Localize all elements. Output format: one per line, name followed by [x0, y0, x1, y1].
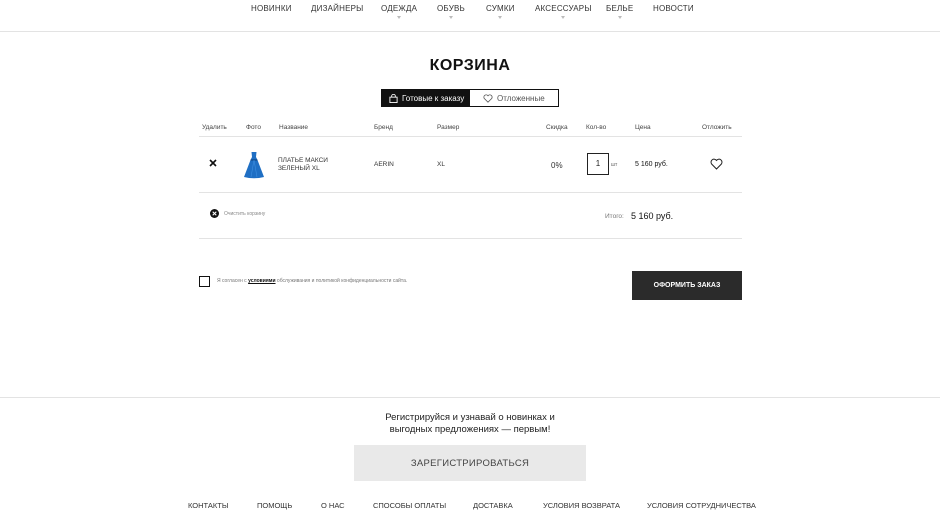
top-navigation: НОВИНКИ ДИЗАЙНЕРЫ ОДЕЖДА ОБУВЬ СУМКИ АКС… [0, 0, 940, 32]
nav-item-designers[interactable]: ДИЗАЙНЕРЫ [311, 4, 363, 13]
col-price: Цена [635, 124, 651, 131]
nav-item-accessories[interactable]: АКСЕССУАРЫ [535, 4, 592, 19]
nav-item-label: НОВОСТИ [653, 4, 694, 13]
heart-icon[interactable] [710, 158, 723, 170]
nav-item-label: ОБУВЬ [437, 4, 465, 13]
chevron-down-icon [448, 16, 453, 19]
footer-link-about[interactable]: О НАС [321, 501, 345, 510]
footer-link-returns[interactable]: УСЛОВИЯ ВОЗВРАТА [543, 501, 620, 510]
col-size: Размер [437, 124, 460, 131]
nav-item-label: НОВИНКИ [251, 4, 292, 13]
nav-item-label: БЕЛЬЕ [606, 4, 634, 13]
col-brand: Бренд [374, 124, 393, 131]
clear-cart-link[interactable]: Очистить корзину [224, 211, 265, 217]
col-photo: Фото [246, 124, 261, 131]
product-name[interactable]: ПЛАТЬЕ МАКСИ ЗЕЛЕНЫЙ XL [278, 157, 348, 173]
nav-item-lingerie[interactable]: БЕЛЬЕ [606, 4, 634, 19]
cart-tabs: Готовые к заказу Отложенные [381, 89, 559, 107]
terms-link[interactable]: условиями [248, 278, 275, 284]
footer-link-contacts[interactable]: КОНТАКТЫ [188, 501, 228, 510]
col-discount: Скидка [546, 124, 568, 131]
nav-item-shoes[interactable]: ОБУВЬ [437, 4, 465, 19]
nav-item-clothing[interactable]: ОДЕЖДА [381, 4, 418, 19]
dress-icon [244, 152, 264, 179]
register-button[interactable]: ЗАРЕГИСТРИРОВАТЬСЯ [354, 445, 586, 481]
nav-item-label: АКСЕССУАРЫ [535, 4, 592, 13]
tab-label: Отложенные [497, 93, 545, 103]
chevron-down-icon [617, 16, 622, 19]
chevron-down-icon [561, 16, 566, 19]
agree-prefix: Я согласен с [217, 278, 247, 284]
total-value: 5 160 руб. [631, 211, 674, 221]
nav-item-label: СУМКИ [486, 4, 515, 13]
nav-item-label: ОДЕЖДА [381, 4, 418, 13]
quantity-input[interactable]: 1 [587, 153, 609, 175]
col-name: Название [279, 124, 309, 131]
clear-cart-icon[interactable] [210, 209, 219, 218]
col-postpone: Отложить [702, 124, 732, 131]
tab-label: Готовые к заказу [402, 93, 465, 103]
product-price: 5 160 руб. [635, 161, 668, 168]
product-size: XL [437, 161, 445, 168]
page-title: КОРЗИНА [429, 57, 511, 74]
agree-checkbox[interactable] [199, 276, 210, 287]
nav-item-label: ДИЗАЙНЕРЫ [311, 4, 364, 13]
footer-divider [0, 397, 940, 398]
promo-line: выгодных предложениях — первым! [389, 424, 551, 435]
nav-item-news[interactable]: НОВОСТИ [653, 4, 694, 13]
checkout-button[interactable]: ОФОРМИТЬ ЗАКАЗ [632, 271, 742, 300]
quantity-unit: шт [611, 162, 618, 168]
heart-icon [483, 93, 493, 103]
chevron-down-icon [498, 16, 503, 19]
cart-table-header: Удалить Фото Название Бренд Размер Скидк… [199, 124, 742, 137]
chevron-down-icon [397, 16, 402, 19]
promo-line: Регистрируйся и узнавай о новинках и [385, 412, 555, 423]
agree-text: Я согласен с условиями обслуживания и по… [217, 278, 407, 284]
col-qty: Кол-во [586, 124, 607, 131]
table-row: ПЛАТЬЕ МАКСИ ЗЕЛЕНЫЙ XL AERIN XL 0% 1 шт… [199, 137, 742, 193]
agree-suffix: обслуживания и политикой конфиденциально… [276, 278, 408, 284]
footer-link-payment[interactable]: СПОСОБЫ ОПЛАТЫ [373, 501, 446, 510]
footer-link-help[interactable]: ПОМОЩЬ [257, 501, 292, 510]
close-icon[interactable] [209, 159, 217, 167]
tab-postponed[interactable]: Отложенные [470, 89, 559, 107]
product-brand: AERIN [374, 161, 394, 168]
bag-icon [389, 93, 398, 103]
total-label: Итого: [605, 213, 624, 220]
product-discount: 0% [551, 161, 563, 170]
footer-link-delivery[interactable]: ДОСТАВКА [473, 501, 513, 510]
cart-summary: Очистить корзину Итого: 5 160 руб. [199, 193, 742, 239]
nav-item-bags[interactable]: СУМКИ [486, 4, 515, 19]
tab-ready-to-order[interactable]: Готовые к заказу [381, 89, 470, 107]
nav-item-new[interactable]: НОВИНКИ [251, 4, 292, 13]
newsletter-promo: Регистрируйся и узнавай о новинках и выг… [0, 412, 940, 436]
footer-link-cooperation[interactable]: УСЛОВИЯ СОТРУДНИЧЕСТВА [647, 501, 756, 510]
col-delete: Удалить [202, 124, 227, 131]
